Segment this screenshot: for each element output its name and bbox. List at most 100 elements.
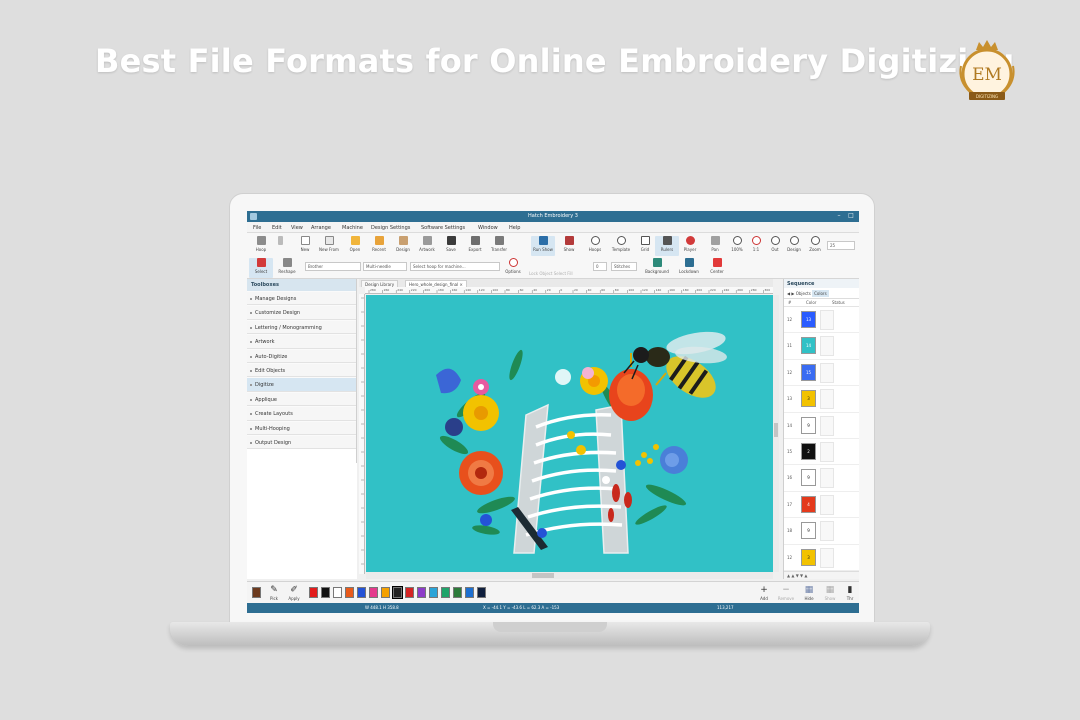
center-button[interactable]: Center [705, 258, 729, 278]
pan-button[interactable]: Pan [703, 236, 727, 256]
thread-color-swatch[interactable]: 9 [801, 469, 816, 487]
fabric-select[interactable]: Brother [305, 262, 361, 271]
thread-color-swatch[interactable]: 9 [801, 522, 816, 540]
maximize-button[interactable]: □ [847, 212, 855, 220]
template-button[interactable]: Template [609, 236, 633, 256]
sequence-row[interactable]: 14 9 [784, 413, 859, 439]
minimize-button[interactable]: – [835, 212, 843, 220]
zoom-input[interactable]: 25 [827, 241, 855, 250]
palette-color-swatch[interactable] [417, 587, 426, 598]
sequence-row[interactable]: 12 13 [784, 307, 859, 334]
palette-color-swatch[interactable] [333, 587, 342, 598]
thread-color-swatch[interactable]: 15 [801, 363, 816, 381]
horizontal-scrollbar[interactable] [366, 572, 773, 579]
stitch-count-input[interactable]: 0 [593, 262, 607, 271]
sequence-row[interactable]: 12 15 [784, 360, 859, 387]
sidebar-item-create-layouts[interactable]: Create Layouts [247, 406, 356, 421]
artwork-button[interactable]: Artwork [415, 236, 439, 256]
background-button[interactable]: Background [642, 258, 672, 278]
palette-color-swatch[interactable] [441, 587, 450, 598]
h-scroll-thumb[interactable] [532, 573, 554, 578]
hide-button[interactable]: ▦ Hide [800, 585, 818, 601]
lockdown-button[interactable]: Lockdown [675, 258, 703, 278]
sidebar-item-artwork[interactable]: Artwork [247, 334, 356, 349]
menu-machine[interactable]: Machine [342, 225, 363, 231]
grid-button[interactable]: Grid [633, 236, 657, 256]
add-color-button[interactable]: + Add [755, 585, 773, 601]
tab-objects[interactable]: Objects [796, 291, 811, 296]
reshape-tool[interactable]: Reshape [275, 258, 299, 278]
rulers-button[interactable]: Rulers [655, 236, 679, 256]
palette-color-swatch[interactable] [465, 587, 474, 598]
palette-color-swatch[interactable] [477, 587, 486, 598]
sequence-row[interactable]: 11 14 [784, 333, 859, 360]
select-tool[interactable]: Select [249, 258, 273, 278]
menu-arrange[interactable]: Arrange [311, 225, 331, 231]
sequence-order-buttons[interactable]: ▲ ▲ ▼ ▼ ▲ [784, 571, 859, 579]
tab-design-library[interactable]: Design Library [361, 280, 399, 287]
sequence-row[interactable]: 12 3 [784, 545, 859, 571]
design-canvas[interactable] [366, 295, 773, 572]
new-button[interactable]: New [293, 236, 317, 256]
vertical-scrollbar[interactable] [773, 295, 779, 572]
nav-arrows-icon[interactable]: ◀ ▶ [787, 291, 794, 296]
tab-colors[interactable]: Colors [812, 290, 829, 297]
new-from-button[interactable]: New From [317, 236, 341, 256]
v-scroll-thumb[interactable] [774, 423, 778, 437]
hoop-select[interactable]: Select hoop for machine... [410, 262, 500, 271]
palette-color-swatch[interactable] [381, 587, 390, 598]
sidebar-item-auto-digitize[interactable]: Auto-Digitize [247, 348, 356, 363]
sequence-row[interactable]: 18 9 [784, 518, 859, 545]
sidebar-item-output-design[interactable]: Output Design [247, 434, 356, 450]
thread-color-swatch[interactable]: 9 [801, 416, 816, 434]
sequence-row[interactable]: 15 2 [784, 439, 859, 466]
transfer-button[interactable]: Transfer [487, 236, 511, 256]
tab-hero-design[interactable]: Hero_whole_design_final × [405, 280, 467, 287]
menu-file[interactable]: File [253, 225, 261, 231]
palette-color-swatch[interactable] [357, 587, 366, 598]
palette-color-swatch[interactable] [345, 587, 354, 598]
menu-window[interactable]: Window [478, 225, 498, 231]
thread-color-swatch[interactable]: 13 [801, 311, 816, 328]
options-button[interactable]: Options [501, 258, 525, 278]
palette-color-swatch[interactable] [369, 587, 378, 598]
sidebar-item-manage-designs[interactable]: Manage Designs [247, 291, 356, 306]
sidebar-item-multi-hooping[interactable]: Multi-Hooping [247, 420, 356, 435]
sidebar-item-applique[interactable]: Applique [247, 391, 356, 407]
sidebar-item-lettering-monogramming[interactable]: Lettering / Monogramming [247, 319, 356, 335]
sequence-row[interactable]: 17 4 [784, 492, 859, 519]
save-button[interactable]: Save [439, 236, 463, 256]
palette-color-swatch[interactable] [429, 587, 438, 598]
thread-color-swatch[interactable]: 3 [801, 390, 816, 408]
apply-button[interactable]: ✐ Apply [285, 585, 303, 601]
palette-color-swatch[interactable] [405, 587, 414, 598]
menu-help[interactable]: Help [509, 225, 520, 231]
units-select[interactable]: Stitches [611, 262, 637, 271]
run-show-button[interactable]: Run Show [531, 236, 555, 256]
menu-view[interactable]: View [291, 225, 303, 231]
palette-color-swatch[interactable] [392, 586, 403, 599]
sequence-row[interactable]: 13 3 [784, 386, 859, 413]
sidebar-item-edit-objects[interactable]: Edit Objects [247, 362, 356, 378]
thread-color-swatch[interactable]: 2 [801, 442, 816, 460]
sequence-row[interactable]: 16 9 [784, 465, 859, 492]
open-button[interactable]: Open [343, 236, 367, 256]
current-color-swatch[interactable] [252, 587, 261, 598]
hoop-dropdown[interactable] [274, 236, 286, 256]
recent-button[interactable]: Recent [367, 236, 391, 256]
palette-color-swatch[interactable] [309, 587, 318, 598]
menu-edit[interactable]: Edit [272, 225, 282, 231]
player-button[interactable]: Player [678, 236, 702, 256]
design-button[interactable]: Design [391, 236, 415, 256]
pick-button[interactable]: ✎ Pick [265, 585, 283, 601]
sidebar-item-digitize[interactable]: Digitize [247, 377, 356, 392]
threads-button[interactable]: ▮ Thr [843, 585, 857, 601]
menu-software-settings[interactable]: Software Settings [421, 225, 465, 231]
remove-color-button[interactable]: − Remove [777, 585, 795, 601]
sidebar-item-customize-design[interactable]: Customize Design [247, 305, 356, 320]
show-button[interactable]: Show [557, 236, 581, 256]
thread-color-swatch[interactable]: 14 [801, 337, 816, 355]
zoom-button[interactable]: Zoom [803, 236, 827, 256]
export-button[interactable]: Export [463, 236, 487, 256]
hoops-button[interactable]: Hoops [583, 236, 607, 256]
